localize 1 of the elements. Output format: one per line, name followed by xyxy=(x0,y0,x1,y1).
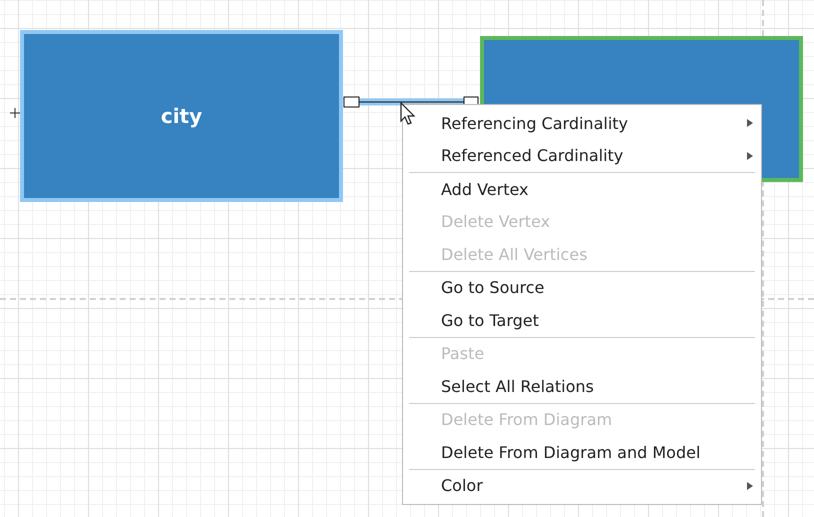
entity-name: city xyxy=(160,104,202,128)
